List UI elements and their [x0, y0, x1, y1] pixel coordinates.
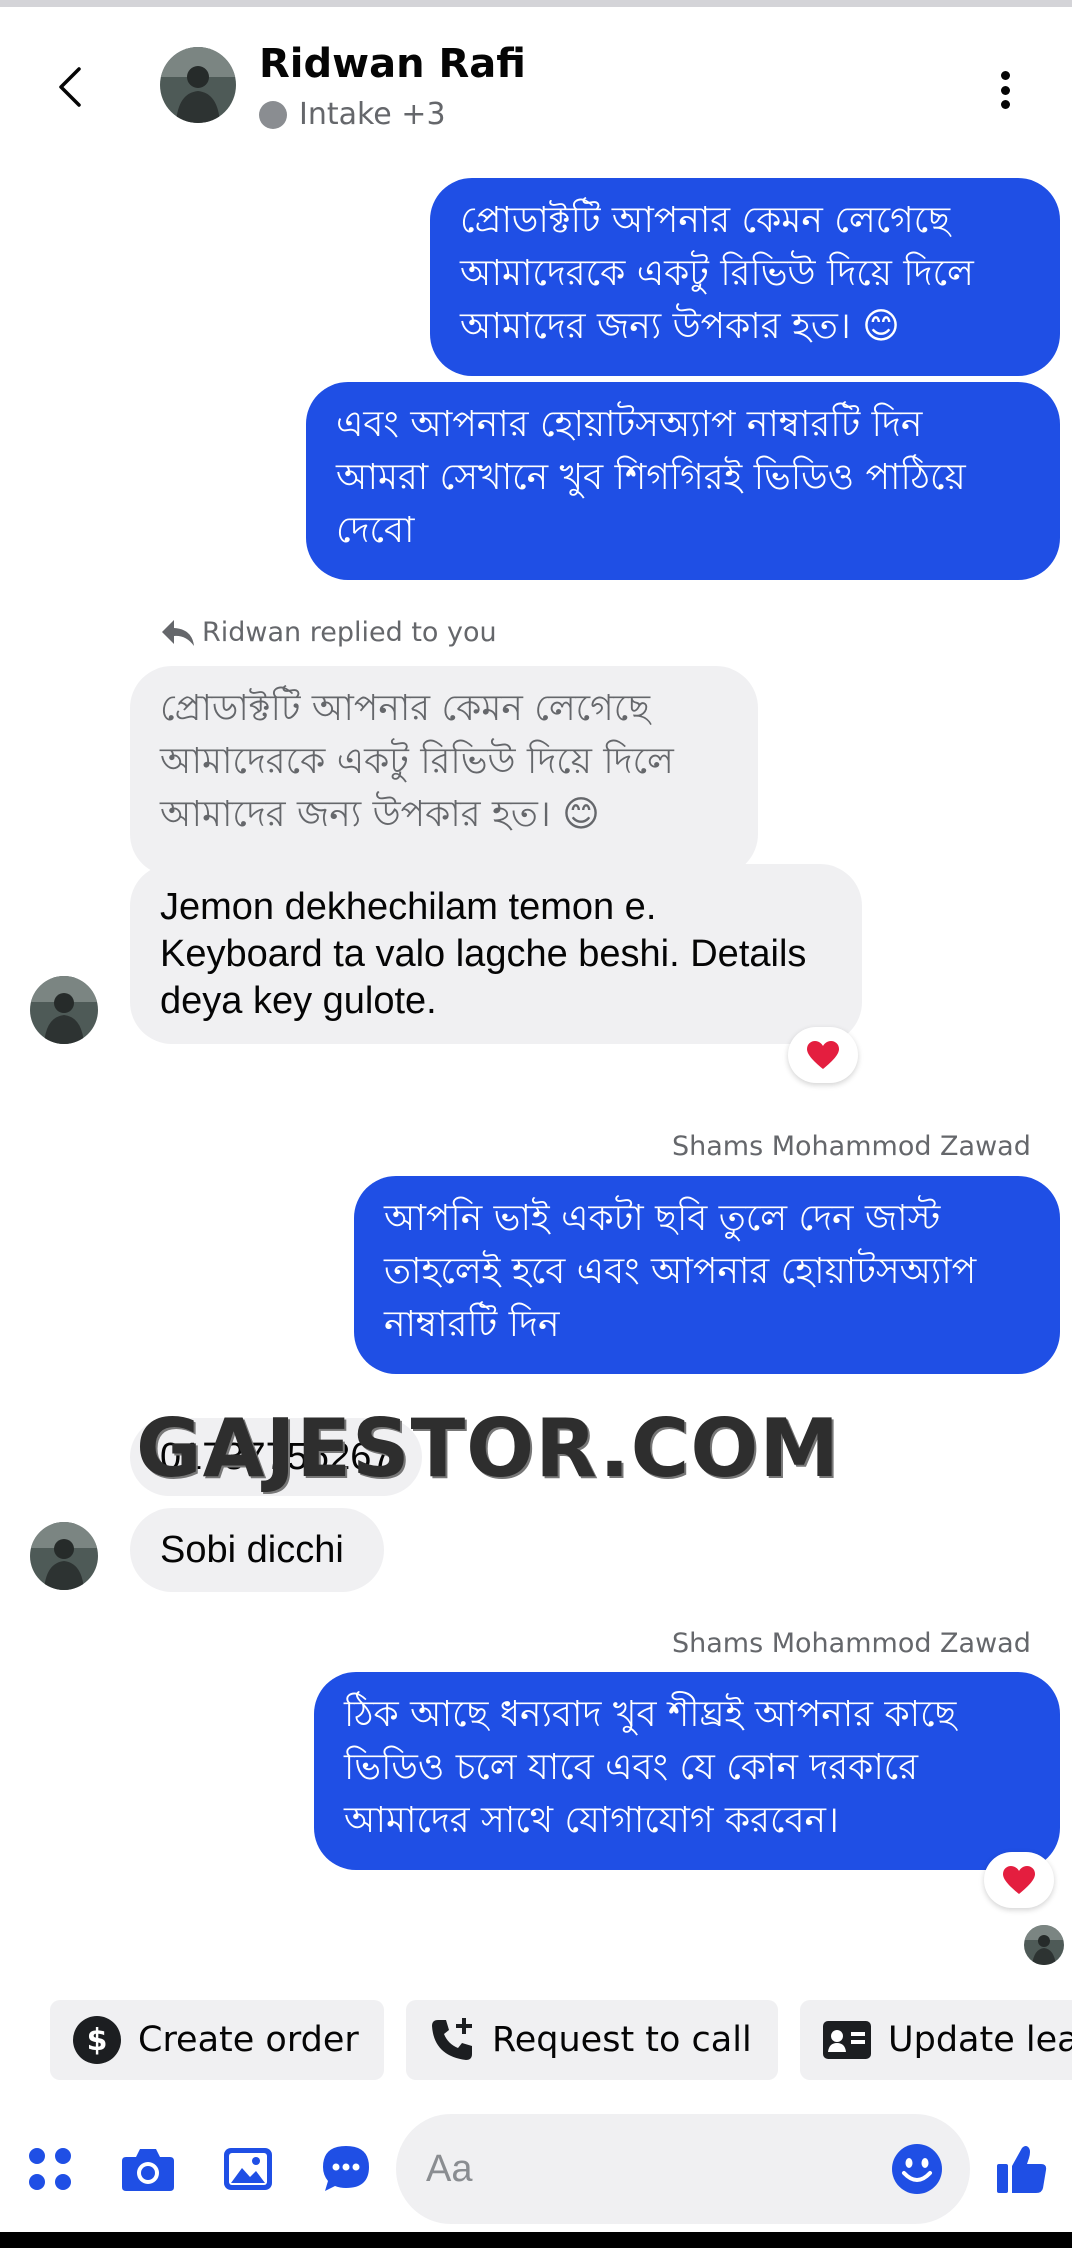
reply-indicator: Ridwan replied to you [160, 617, 497, 648]
thumbs-up-icon [997, 2146, 1047, 2193]
watermark-logo: GAJESTOR.COM [136, 1402, 840, 1495]
svg-text:$: $ [87, 2023, 108, 2058]
update-lead-button[interactable]: Update lea [800, 2000, 1072, 2080]
contact-name[interactable]: Ridwan Rafi [259, 41, 526, 87]
sender-avatar[interactable] [30, 1522, 98, 1590]
more-options-button[interactable] [990, 65, 1020, 115]
apps-icon [29, 2148, 71, 2190]
request-to-call-button[interactable]: Request to call [406, 2000, 778, 2080]
chevron-left-icon [59, 67, 81, 107]
message-input-container [396, 2114, 970, 2224]
heart-reaction[interactable] [984, 1852, 1054, 1908]
sender-avatar[interactable] [30, 976, 98, 1044]
more-vertical-icon [1000, 71, 1010, 80]
contact-avatar[interactable] [160, 47, 236, 123]
contact-card-icon [823, 2021, 871, 2059]
contact-status: Intake +3 [259, 97, 446, 132]
seen-receipt-avatar [1024, 1925, 1064, 1965]
camera-button[interactable] [114, 2110, 182, 2228]
quick-actions-bar: $ Create order Request to call Update le… [0, 2000, 1072, 2084]
back-button[interactable] [40, 57, 100, 117]
status-text: Intake +3 [299, 97, 446, 132]
create-order-button[interactable]: $ Create order [50, 2000, 384, 2080]
chat-extras-button[interactable] [312, 2110, 380, 2228]
outgoing-message[interactable]: ঠিক আছে ধন্যবাদ খুব শীঘ্রই আপনার কাছে ভি… [314, 1672, 1060, 1870]
message-composer [0, 2110, 1072, 2228]
sender-name: Shams Mohammod Zawad [672, 1131, 1031, 1162]
heart-icon [807, 1041, 839, 1069]
outgoing-message[interactable]: আপনি ভাই একটা ছবি তুলে দেন জাস্ট তাহলেই … [354, 1176, 1060, 1374]
reply-label-text: Ridwan replied to you [202, 617, 497, 648]
status-dot-icon [259, 100, 287, 129]
system-nav-strip [0, 2232, 1072, 2248]
gallery-button[interactable] [214, 2110, 282, 2228]
heart-reaction[interactable] [788, 1027, 858, 1083]
emoji-icon [892, 2144, 942, 2194]
outgoing-message[interactable]: প্রোডাক্টটি আপনার কেমন লেগেছে আমাদেরকে এ… [430, 178, 1060, 376]
heart-icon [1003, 1866, 1035, 1894]
dollar-icon: $ [73, 2016, 121, 2064]
sender-name: Shams Mohammod Zawad [672, 1628, 1031, 1659]
status-bar-strip [0, 0, 1072, 7]
outgoing-message[interactable]: এবং আপনার হোয়াটসঅ্যাপ নাম্বারটি দিন আমর… [306, 382, 1060, 580]
message-input[interactable] [426, 2134, 856, 2204]
image-icon [224, 2148, 272, 2190]
like-button[interactable] [988, 2110, 1056, 2228]
apps-button[interactable] [16, 2110, 84, 2228]
incoming-message[interactable]: Jemon dekhechilam temon e. Keyboard ta v… [130, 864, 862, 1044]
reply-arrow-icon [162, 619, 194, 646]
chat-header: Ridwan Rafi Intake +3 [0, 7, 1072, 157]
incoming-message[interactable]: Sobi dicchi [130, 1508, 384, 1592]
quoted-message[interactable]: প্রোডাক্টটি আপনার কেমন লেগেছে আমাদেরকে এ… [130, 666, 758, 876]
phone-plus-icon [432, 2018, 472, 2060]
camera-icon [122, 2149, 174, 2191]
emoji-button[interactable] [886, 2138, 948, 2200]
chat-bubble-icon [323, 2146, 369, 2191]
